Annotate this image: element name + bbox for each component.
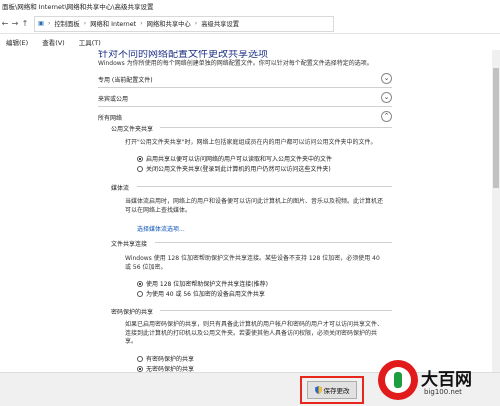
brand-logo-icon [378,360,418,400]
radio-unselected-icon[interactable] [137,355,143,362]
password-desc: 如果已启用密码保护的共享，则只有具备此计算机的用户帐户和密码的用户才可以访问共享… [125,321,384,345]
radio-selected-icon[interactable] [137,365,143,372]
radio-encrypt-40-56[interactable]: 为使用 40 或 56 位加密的设备启用文件共享 [137,289,265,298]
radio-public-off[interactable]: 关闭公用文件夹共享(登录到此计算机的用户仍然可以访问这些文件夹) [137,164,331,173]
menu-edit[interactable]: 编辑(E) [6,37,28,47]
scrollbar-thumb[interactable] [493,68,499,188]
address-bar: ← → ↑ ▣ › 控制面板 › 网络和 Internet › 网络和共享中心 … [0,14,500,34]
save-button-label: 保存更改 [323,388,350,395]
radio-label: 无密码保护的共享 [146,366,195,372]
menu-view[interactable]: 查看(V) [42,37,65,47]
window-title: 面板\网络和 Internet\网络和共享中心\高级共享设置 [0,0,500,14]
shield-icon [314,386,322,394]
breadcrumb-item-network-internet[interactable]: 网络和 Internet [90,19,136,28]
radio-label: 为使用 40 或 56 位加密的设备启用文件共享 [146,291,265,298]
radio-label: 有密码保护的共享 [146,356,195,363]
radio-label: 启用共享以便可以访问网络的用户可以读取和写入公用文件夹中的文件 [146,156,333,163]
vertical-scrollbar[interactable] [492,50,500,372]
save-changes-button[interactable]: 保存更改 [307,381,357,399]
breadcrumb[interactable]: ▣ › 控制面板 › 网络和 Internet › 网络和共享中心 › 高级共享… [34,15,334,32]
breadcrumb-item-control-panel[interactable]: 控制面板 [54,19,79,28]
menu-bar: 编辑(E) 查看(V) 工具(T) [0,35,500,49]
watermark-url: big100.net [424,388,462,396]
radio-public-on[interactable]: 启用共享以便可以访问网络的用户可以读取和写入公用文件夹中的文件 [137,154,332,163]
settings-content: 针对不同的网络配置文件更改共享选项 Windows 为你所使用的每个网络创建单独… [0,50,500,372]
breadcrumb-item-network-center[interactable]: 网络和共享中心 [147,19,191,28]
profile-guest-public[interactable]: 来宾或公用 [98,94,398,103]
radio-selected-icon[interactable] [137,155,143,162]
watermark-brand: 大百网 [421,370,472,390]
forward-arrow-icon[interactable]: → [10,17,20,31]
breadcrumb-item-advanced-sharing[interactable]: 高级共享设置 [201,19,239,28]
media-desc: 当媒体流启用时，网络上的用户和设备便可以访问此计算机上的图片、音乐以及视频。此计… [125,198,384,214]
radio-encrypt-128[interactable]: 使用 128 位加密帮助保护文件共享连接(推荐) [137,279,268,288]
profile-all-networks[interactable]: 所有网络 [98,113,398,122]
radio-label: 关闭公用文件夹共享(登录到此计算机的用户仍然可以访问这些文件夹) [146,166,331,173]
media-options-link[interactable]: 选择媒体流选项... [137,224,185,233]
expand-chevron-icon[interactable]: ⌄ [381,73,392,84]
back-arrow-icon[interactable]: ← [0,17,10,31]
radio-selected-icon[interactable] [137,280,143,287]
expand-chevron-icon[interactable]: ⌄ [381,92,392,103]
menu-tools[interactable]: 工具(T) [79,37,101,47]
password-title: 密码保护的共享 [111,309,154,316]
file-sharing-desc: Windows 使用 128 位加密帮助保护文件共享连接。某些设备不支持 128… [125,255,380,271]
collapse-chevron-icon[interactable]: ⌃ [381,111,392,122]
radio-label: 使用 128 位加密帮助保护文件共享连接(推荐) [146,281,268,288]
radio-password-off[interactable]: 无密码保护的共享 [137,364,194,372]
public-folder-title: 公用文件夹共享 [111,126,154,133]
breadcrumb-control-panel-icon: ▣ [38,20,44,27]
radio-password-on[interactable]: 有密码保护的共享 [137,354,194,363]
up-arrow-icon[interactable]: ↑ [20,17,30,31]
file-sharing-title: 文件共享连接 [111,241,148,248]
page-subtitle: Windows 为你所使用的每个网络创建单独的网络配置文件。你可以针对每个配置文… [98,60,373,67]
radio-unselected-icon[interactable] [137,165,143,172]
radio-unselected-icon[interactable] [137,290,143,297]
public-folder-desc: 打开"公用文件夹共享"时，网络上包括家庭组成员在内的用户都可以访问公用文件夹中的… [125,139,377,146]
profile-private[interactable]: 专用 (当前配置文件) [98,75,398,84]
media-title: 媒体流 [111,185,130,192]
